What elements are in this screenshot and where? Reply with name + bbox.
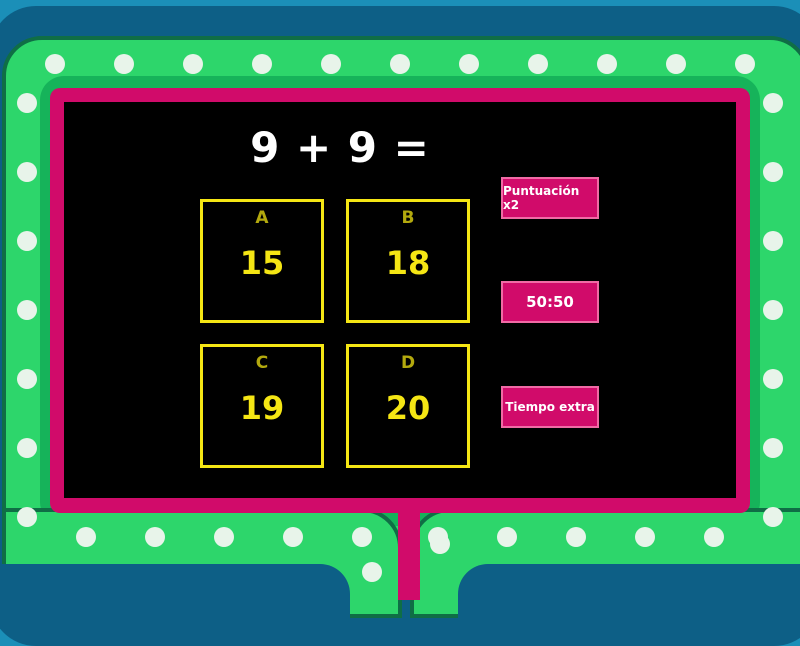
light-dot [252,54,272,74]
answer-a-value: 15 [239,244,285,282]
light-dot [566,527,586,547]
answer-d-value: 20 [385,389,431,427]
bottom-left-panel [0,564,350,624]
answer-b-value: 18 [385,244,431,282]
light-dot [735,54,755,74]
question-text: 9 + 9 = [250,123,430,172]
bottom-right-panel [458,564,800,624]
screen-stand [398,498,420,600]
light-dot [17,438,37,458]
answer-c-letter: C [255,353,269,373]
light-dot [17,300,37,320]
light-dot [763,162,783,182]
light-dot [763,231,783,251]
light-dot [704,527,724,547]
light-dot [459,54,479,74]
light-dot [321,54,341,74]
light-dot [763,300,783,320]
light-dot [214,527,234,547]
light-dot [17,369,37,389]
light-dot [17,231,37,251]
answer-a-button[interactable]: A 15 [200,199,324,323]
light-dot [45,54,65,74]
answer-a-letter: A [255,208,269,228]
light-dot [76,527,96,547]
answer-d-button[interactable]: D 20 [346,344,470,468]
light-dot [390,54,410,74]
light-dot [17,93,37,113]
light-dot [183,54,203,74]
light-dot [763,507,783,527]
answer-d-letter: D [400,353,416,373]
light-dot [283,527,303,547]
light-dot [763,438,783,458]
light-dot [635,527,655,547]
light-dot [666,54,686,74]
light-dot [362,562,382,582]
light-dot [352,527,372,547]
answer-b-letter: B [401,208,415,228]
double-score-powerup-button[interactable]: Puntuación x2 [501,177,599,219]
light-dot [763,93,783,113]
light-dot [17,162,37,182]
answer-b-button[interactable]: B 18 [346,199,470,323]
light-dot [497,527,517,547]
light-dot [528,54,548,74]
light-dot [114,54,134,74]
answer-c-button[interactable]: C 19 [200,344,324,468]
fifty-fifty-powerup-button[interactable]: 50:50 [501,281,599,323]
extra-time-powerup-button[interactable]: Tiempo extra [501,386,599,428]
light-dot [145,527,165,547]
answer-c-value: 19 [239,389,285,427]
light-dot [430,534,450,554]
light-dot [17,507,37,527]
light-dot [597,54,617,74]
light-dot [763,369,783,389]
